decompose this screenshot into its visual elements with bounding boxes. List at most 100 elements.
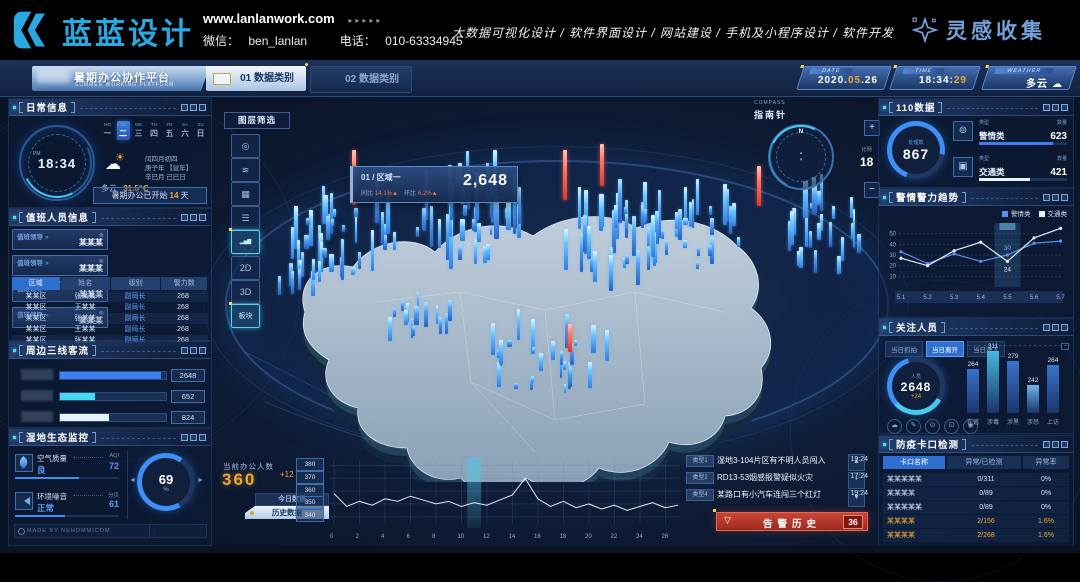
- focus-tab[interactable]: 当日离开: [926, 341, 964, 357]
- collapse-icon[interactable]: [181, 434, 188, 441]
- collapse-icon[interactable]: [1043, 104, 1050, 111]
- panel-window-icons[interactable]: [1043, 441, 1068, 448]
- trend-legend: 警情类交通类: [994, 208, 1067, 218]
- alert-row[interactable]: 类型1湿地3-104片区有不明人员闯入19:24: [686, 454, 844, 467]
- layer-button-3d[interactable]: 3D: [231, 280, 260, 304]
- checkpoint-row: 某某某某2/2681.6%: [883, 529, 1069, 542]
- website-url[interactable]: www.lanlanwork.com: [203, 11, 335, 26]
- resize-icon[interactable]: [1052, 194, 1059, 201]
- cloud-icon: ☁: [1052, 79, 1063, 90]
- focus-tab[interactable]: 当日抓拍: [885, 341, 923, 357]
- count-block: 数量421: [1050, 155, 1067, 180]
- collapse-icon[interactable]: [1043, 324, 1050, 331]
- collapse-icon[interactable]: [1043, 441, 1050, 448]
- xtick: 10: [458, 534, 465, 540]
- duty-leader-card[interactable]: 值班领导»⊗···某某某: [12, 229, 108, 250]
- resize-icon[interactable]: [190, 434, 197, 441]
- xtick: 24: [636, 534, 643, 540]
- layer-button-target[interactable]: ◎: [231, 134, 260, 158]
- duty-leader-card[interactable]: 值班领导»⊗···某某某: [12, 255, 108, 276]
- resize-icon[interactable]: [1052, 104, 1059, 111]
- collapse-icon[interactable]: [181, 214, 188, 221]
- fullscreen-icon[interactable]: [199, 214, 206, 221]
- tab-data-category-2[interactable]: 02 数据类别: [310, 66, 412, 93]
- resize-icon[interactable]: [190, 104, 197, 111]
- panel-window-icons[interactable]: [181, 347, 206, 354]
- layer-button-block[interactable]: 板块: [231, 304, 260, 328]
- resize-icon[interactable]: [190, 347, 197, 354]
- alert-row[interactable]: 类型4某路口有小汽车连闯三个红灯19:24: [686, 488, 844, 501]
- lunar-line: 辛巳月 己巳日: [145, 173, 192, 182]
- duty-table-row[interactable]: 某某区张某某副局长268: [12, 291, 208, 302]
- alert-history-count: 36: [843, 515, 863, 529]
- layer-button-chart[interactable]: ▂▅▇: [231, 230, 260, 254]
- eco-metric-name: 空气质量: [37, 453, 67, 464]
- fullscreen-icon[interactable]: [1061, 104, 1068, 111]
- flow-bar-fill: [60, 414, 109, 421]
- panel-window-icons[interactable]: [181, 434, 206, 441]
- focus-bar-chart: 264在逃311涉毒279涉黑242涉恐264上访: [963, 349, 1069, 427]
- collapse-icon[interactable]: [181, 347, 188, 354]
- inspiration-collect[interactable]: 灵感收集: [912, 15, 1046, 45]
- gauge-right-arrow[interactable]: ►: [197, 477, 204, 484]
- resize-icon[interactable]: [1052, 324, 1059, 331]
- layer-button-list[interactable]: ☰: [231, 206, 260, 230]
- fullscreen-icon[interactable]: [1061, 324, 1068, 331]
- resize-icon[interactable]: [1052, 441, 1059, 448]
- duty-table-row[interactable]: 某某区王某某副局长268: [12, 302, 208, 313]
- duty-table-row[interactable]: 某某区张某某副局长268: [12, 313, 208, 324]
- lunar-calendar: 闰四月初四庚子年 【鼠年】辛巳月 己巳日: [145, 155, 192, 182]
- xtick: 14: [509, 534, 516, 540]
- legend-swatch: [1002, 211, 1008, 217]
- fullscreen-icon[interactable]: [1061, 194, 1068, 201]
- collapse-icon[interactable]: [181, 104, 188, 111]
- bar-value: 242: [1025, 377, 1041, 384]
- chevron-right-icon: »: [45, 234, 49, 241]
- svg-text:24: 24: [1004, 266, 1012, 273]
- checkpoint-col-header[interactable]: 异常率: [1023, 456, 1069, 469]
- duty-leader-name: 某某某: [79, 237, 103, 248]
- layer-button-2d[interactable]: 2D: [231, 256, 260, 280]
- panel-window-icons[interactable]: [181, 214, 206, 221]
- focus-icon-3[interactable]: ⊙: [925, 419, 940, 434]
- xtick: 4: [381, 534, 384, 540]
- duty-table-row[interactable]: 某某区王某某副局长268: [12, 324, 208, 335]
- focus-gauge-value: 2648: [901, 380, 932, 394]
- focus-icon-1[interactable]: ☁: [887, 419, 902, 434]
- website-link[interactable]: www.lanlanwork.com ▸▸▸▸▸: [203, 11, 383, 26]
- eco-gauge-value: 69: [159, 472, 173, 487]
- panel-window-icons[interactable]: [1043, 324, 1068, 331]
- progress-track: [979, 178, 1067, 181]
- eco-metric-status: 良: [37, 464, 46, 476]
- checkpoint-col-header[interactable]: 卡口名称: [883, 456, 945, 469]
- eco-gauge-unit: %: [163, 487, 168, 493]
- gauge-left-arrow[interactable]: ◄: [129, 477, 136, 484]
- collapse-icon[interactable]: [1043, 194, 1050, 201]
- fullscreen-icon[interactable]: [1061, 441, 1068, 448]
- panel-window-icons[interactable]: [1043, 104, 1068, 111]
- wechat-label: 微信：: [203, 32, 239, 49]
- alert-row[interactable]: 类型2RD13-53烟感报警疑似火灾17:24: [686, 471, 844, 484]
- checkpoint-row: 某某某某0/890%: [883, 487, 1069, 500]
- eco-gauge: 69 %: [137, 453, 195, 511]
- checkpoint-col-header[interactable]: 异常/已检测: [947, 456, 1021, 469]
- progress-fill: [979, 142, 1053, 145]
- layer-toolbar-title: 图层筛选: [224, 112, 290, 129]
- layer-button-signal[interactable]: ≋: [231, 158, 260, 182]
- focus-icon-4[interactable]: ⊡: [944, 419, 959, 434]
- panel-window-icons[interactable]: [1043, 194, 1068, 201]
- tab-data-category-1[interactable]: 01 数据类别: [206, 66, 306, 91]
- focus-icon-2[interactable]: ✎: [906, 419, 921, 434]
- phone-value: 010-63334945: [385, 34, 462, 48]
- office-chart-xticks: 02468101214161820222426: [328, 534, 688, 544]
- resize-icon[interactable]: [190, 214, 197, 221]
- focus-gauge: 人员 2648 +24: [887, 357, 945, 415]
- layer-button-grid[interactable]: ▦: [231, 182, 260, 206]
- panel-window-icons[interactable]: [181, 104, 206, 111]
- fullscreen-icon[interactable]: [199, 347, 206, 354]
- alert-history-button[interactable]: ▽ 告警历史 36: [716, 512, 868, 531]
- fullscreen-icon[interactable]: [199, 434, 206, 441]
- compass-dial[interactable]: N ▴▾: [768, 124, 834, 190]
- segment-date: DATE2020.05.26: [800, 66, 888, 90]
- fullscreen-icon[interactable]: [199, 104, 206, 111]
